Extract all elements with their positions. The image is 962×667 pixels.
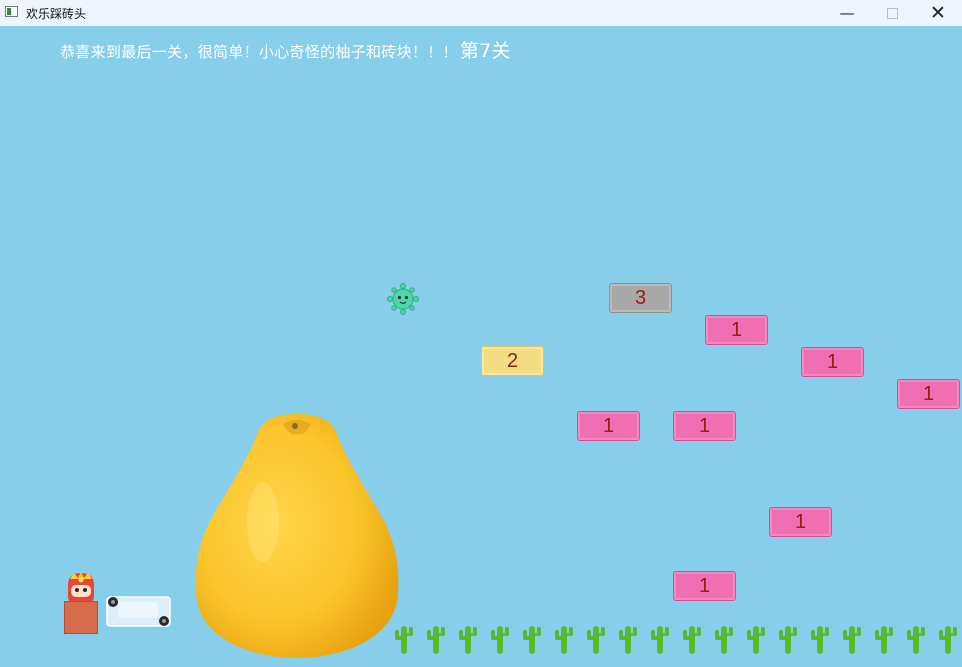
brick[interactable]: 1	[673, 411, 736, 441]
car-vehicle-icon	[106, 596, 171, 627]
brick[interactable]: 1	[897, 379, 960, 409]
hud-message: 恭喜来到最后一关，很简单！小心奇怪的柚子和砖块！！！ 第7关	[60, 36, 511, 63]
brick-label: 1	[794, 510, 807, 533]
brick[interactable]: 3	[609, 283, 672, 313]
cactus-icon	[875, 626, 893, 654]
minimize-icon: —	[839, 4, 855, 22]
close-button[interactable]: ✕	[915, 0, 961, 26]
cactus-icon	[843, 626, 861, 654]
app-icon	[5, 6, 18, 17]
cactus-icon	[939, 626, 957, 654]
level-indicator: 第7关	[459, 40, 511, 62]
cactus-icon	[907, 626, 925, 654]
cactus-icon	[491, 626, 509, 654]
brick[interactable]: 1	[673, 571, 736, 601]
cactus-icon	[395, 626, 413, 654]
brick[interactable]: 1	[577, 411, 640, 441]
cactus-icon	[523, 626, 541, 654]
game-canvas[interactable]: 恭喜来到最后一关，很简单！小心奇怪的柚子和砖块！！！ 第7关 3 1 2 1 1 …	[0, 26, 962, 667]
brick-label: 1	[698, 414, 711, 437]
player-character-icon[interactable]	[64, 571, 98, 603]
cactus-icon	[619, 626, 637, 654]
cactus-icon	[811, 626, 829, 654]
hud-message-text: 恭喜来到最后一关，很简单！小心奇怪的柚子和砖块！！！	[60, 43, 458, 61]
brick-label: 1	[602, 414, 615, 437]
cactus-icon	[715, 626, 733, 654]
player-box	[64, 601, 98, 634]
brick-label: 1	[730, 318, 743, 341]
cactus-icon	[683, 626, 701, 654]
close-icon: ✕	[930, 2, 946, 24]
cactus-icon	[779, 626, 797, 654]
brick-label: 1	[922, 382, 935, 405]
brick-label: 2	[506, 349, 519, 372]
brick[interactable]: 1	[801, 347, 864, 377]
brick-label: 1	[826, 350, 839, 373]
cactus-icon	[651, 626, 669, 654]
minimize-button[interactable]: —	[824, 0, 870, 26]
cactus-icon	[427, 626, 445, 654]
maximize-button[interactable]	[869, 0, 915, 26]
cactus-icon	[459, 626, 477, 654]
brick-label: 3	[634, 286, 647, 309]
cactus-icon	[747, 626, 765, 654]
window-title: 欢乐踩砖头	[26, 7, 87, 21]
cactus-icon	[555, 626, 573, 654]
cactus-icon	[587, 626, 605, 654]
maximize-icon	[886, 7, 898, 19]
brick-label: 1	[698, 574, 711, 597]
brick[interactable]: 2	[481, 346, 544, 376]
virus-enemy-icon	[387, 283, 419, 315]
brick[interactable]: 1	[705, 315, 768, 345]
window-titlebar: 欢乐踩砖头 — ✕	[0, 0, 962, 27]
pomelo-obstacle	[195, 414, 399, 658]
brick[interactable]: 1	[769, 507, 832, 537]
